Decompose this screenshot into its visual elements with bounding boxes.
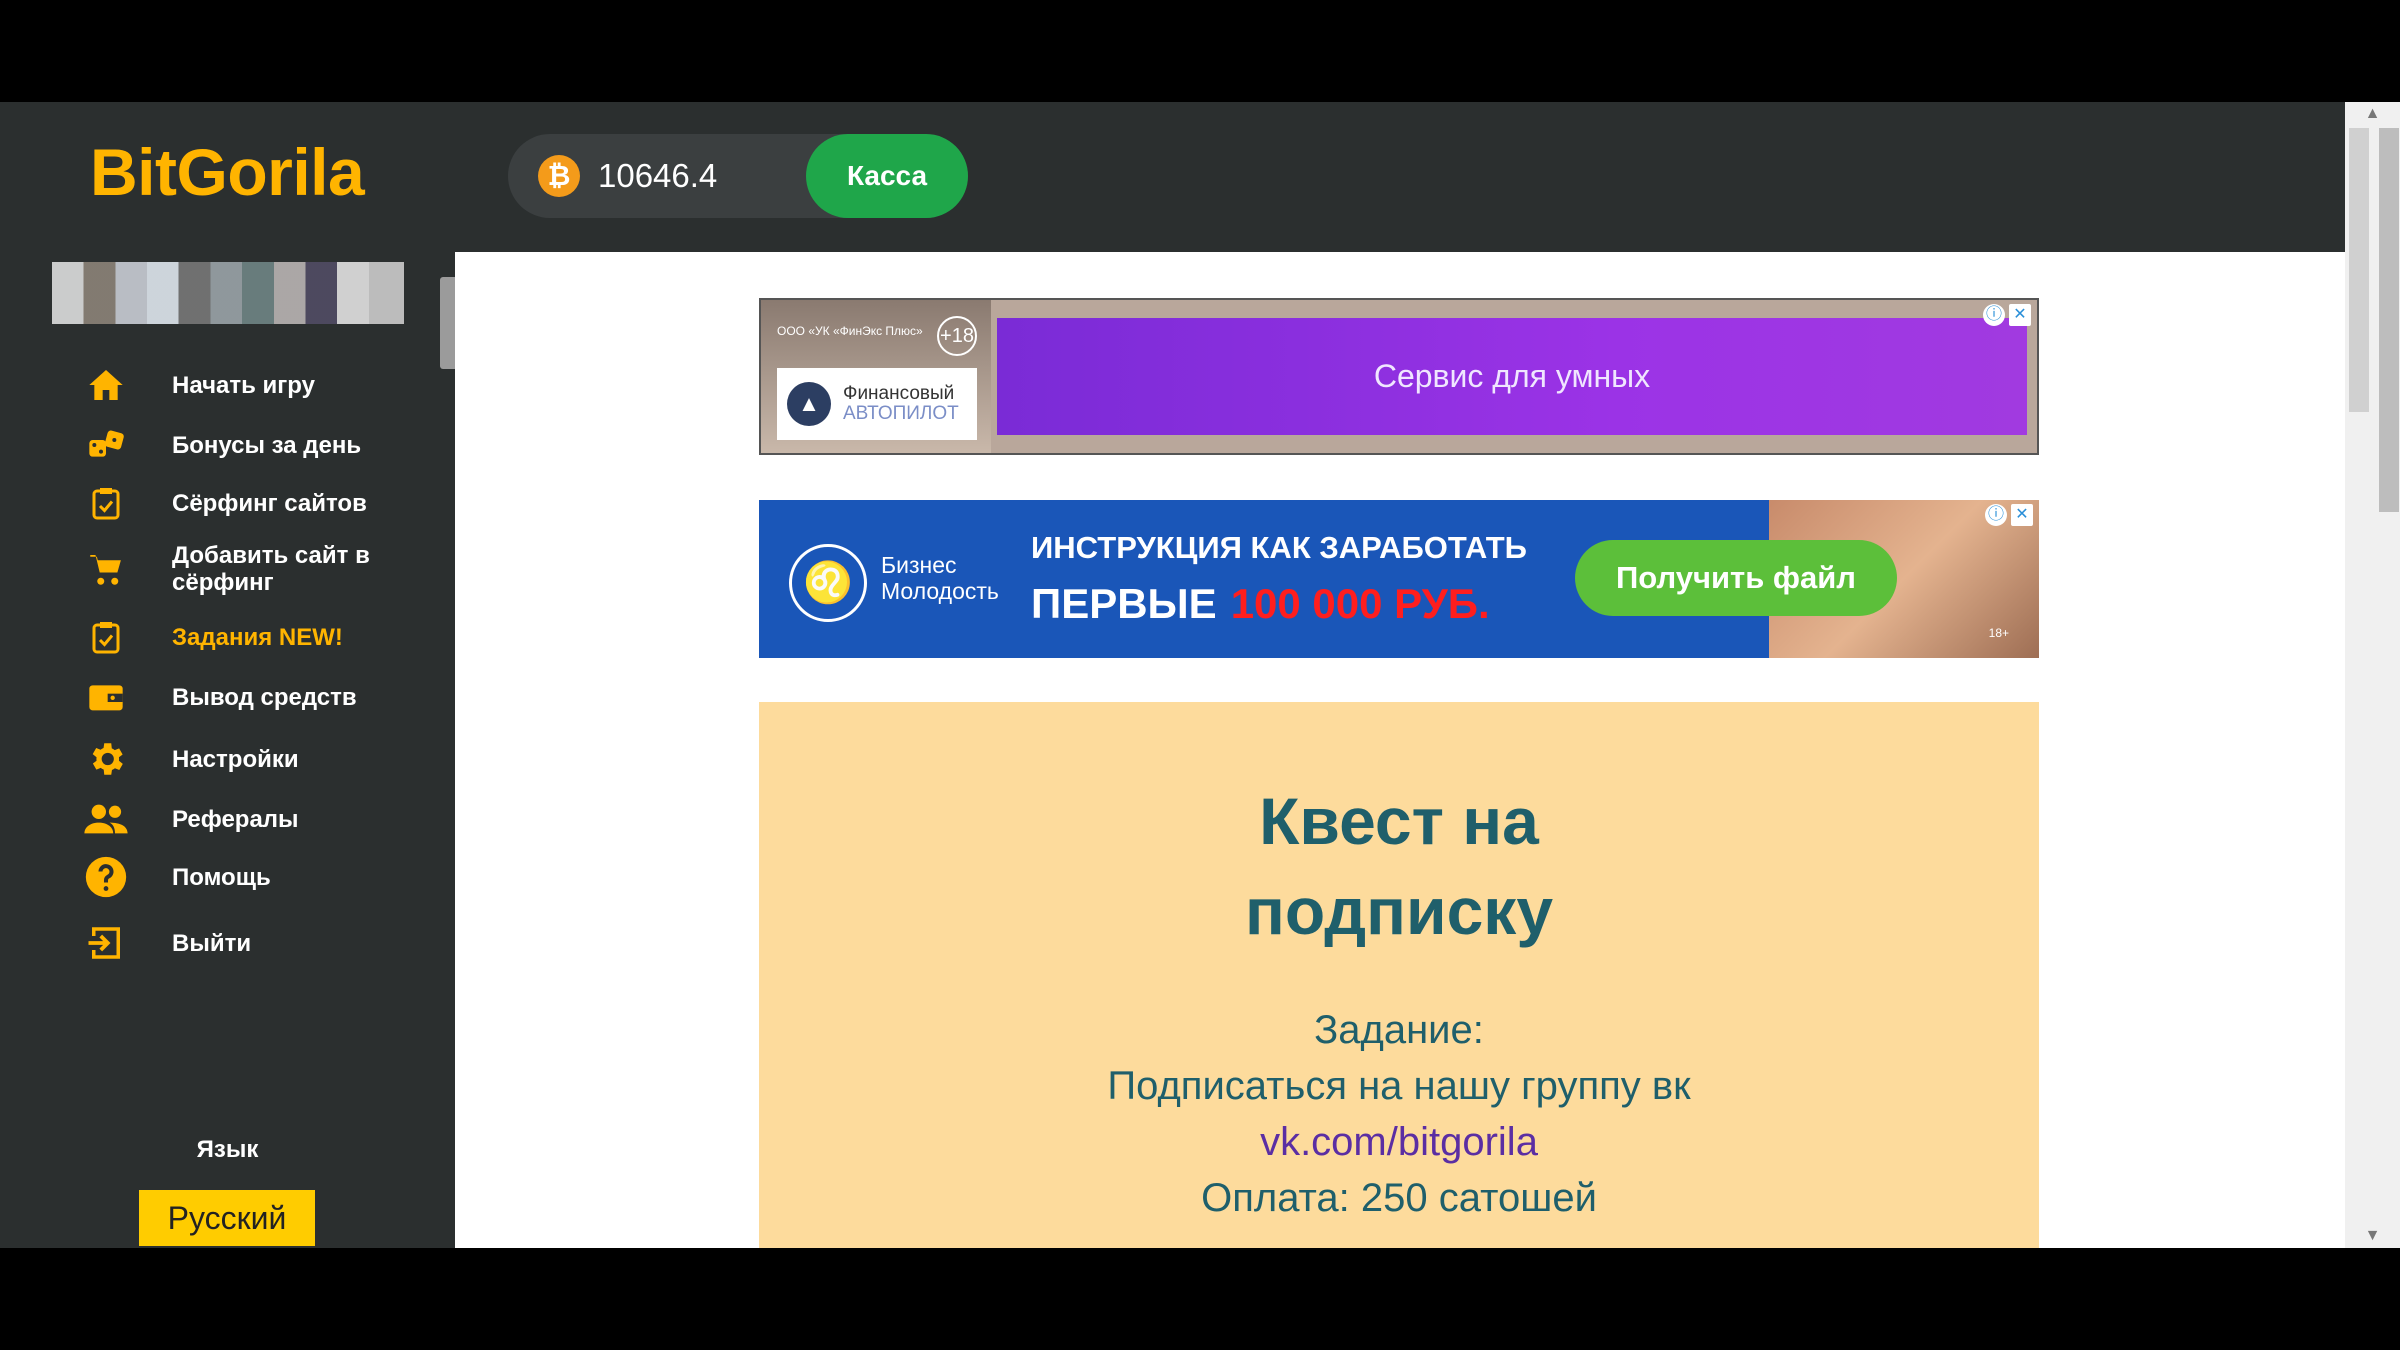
quest-title: Квест на подписку [759,776,2039,956]
quest-task: Задание: Подписаться на нашу группу вк v… [759,1002,2039,1226]
quest-card: Квест на подписку Задание: Подписаться н… [759,702,2039,1248]
scrollbar-thumb[interactable] [2379,128,2399,512]
cart-icon [80,546,132,592]
language-select[interactable]: Русский [139,1190,315,1246]
info-icon[interactable]: ⓘ [1983,304,2005,326]
sidebar-item-withdraw[interactable]: Вывод средств [80,674,450,720]
ad-banner-business[interactable]: ♌ Бизнес Молодость ИНСТРУКЦИЯ КАК ЗАРАБО… [759,500,2039,658]
sidebar: Начать игру Бонусы за день Сёрфинг сайто… [0,252,468,1248]
close-icon[interactable]: ✕ [2011,504,2033,526]
sidebar-item-add-site[interactable]: Добавить сайт в сёрфинг [80,542,450,596]
ad-subheadline: ПЕРВЫЕ 100 000 РУБ. [1031,580,1490,628]
quest-title-line2: подписку [1244,874,1554,948]
ad-logo-line1: Финансовый [843,383,955,404]
sidebar-item-label: Рефералы [172,805,299,833]
bitcoin-icon: ₿ [538,155,580,197]
sidebar-item-settings[interactable]: Настройки [80,736,450,782]
main-content: ООО «УК «ФинЭкс Плюс» +18 ▲ Финансовый А… [455,252,2345,1248]
page-scrollbar[interactable]: ▲ ▼ [2345,102,2400,1248]
lion-logo-icon: ♌ [789,544,867,622]
close-icon[interactable]: ✕ [2009,304,2031,326]
sidebar-item-label: Задания NEW! [172,623,343,651]
scroll-down-icon[interactable]: ▼ [2345,1224,2400,1248]
logout-icon [80,920,132,966]
browser-viewport: BitGorila ₿ 10646.4 Касса Начать игру Бо… [0,102,2400,1248]
scrollbar-thumb-secondary[interactable] [2349,128,2369,412]
ad-logo-line2: АВТОПИЛОТ [843,403,959,424]
sidebar-item-label: Бонусы за день [172,431,362,459]
scroll-up-icon[interactable]: ▲ [2345,102,2400,126]
sidebar-item-daily-bonus[interactable]: Бонусы за день [80,422,450,468]
sidebar-item-help[interactable]: Помощь [80,854,450,900]
ad-headline: ИНСТРУКЦИЯ КАК ЗАРАБОТАТЬ [1031,530,1527,565]
ad-age-badge: 18+ [1988,626,2009,640]
wallet-icon [80,674,132,720]
quest-title-line1: Квест на [1259,784,1539,858]
balance-widget: ₿ 10646.4 Касса [508,134,968,218]
quest-vk-link[interactable]: vk.com/bitgorila [759,1114,2039,1170]
sidebar-item-site-surfing[interactable]: Сёрфинг сайтов [80,480,450,526]
balance-value: 10646.4 [598,157,718,194]
sidebar-item-label: Сёрфинг сайтов [172,489,367,517]
ad-brand: Бизнес Молодость [881,552,999,604]
ad-age-badge: +18 [937,316,977,356]
quest-task-label: Задание: [1314,1008,1484,1052]
triangle-logo-icon: ▲ [787,382,831,426]
kassa-button[interactable]: Касса [806,134,968,218]
ad-subheadline-red: 100 000 РУБ. [1230,580,1490,627]
user-avatar-blurred [52,262,404,324]
gear-icon [80,736,132,782]
ad-company: ООО «УК «ФинЭкс Плюс» [777,324,923,338]
sidebar-item-start-game[interactable]: Начать игру [80,362,450,408]
sidebar-item-referrals[interactable]: Рефералы [80,796,450,842]
home-icon [80,362,132,408]
sidebar-item-tasks[interactable]: Задания NEW! [80,614,450,660]
quest-payment: Оплата: 250 сатошей [1201,1176,1597,1220]
clipboard-icon [80,480,132,526]
ad-logo: ▲ Финансовый АВТОПИЛОТ [777,368,977,440]
get-file-button[interactable]: Получить файл [1575,540,1897,616]
help-icon [80,854,132,900]
sidebar-item-label: Вывод средств [172,683,357,711]
sidebar-item-label: Помощь [172,863,271,891]
clipboard-check-icon [80,614,132,660]
ad-text: Сервис для умных [1373,358,1651,394]
sidebar-item-label: Настройки [172,745,299,773]
users-icon [80,796,132,842]
sidebar-item-label: Добавить сайт в сёрфинг [172,542,370,596]
ad-brand-line2: Молодость [881,578,999,604]
ad-controls: ⓘ ✕ [1983,304,2031,326]
sidebar-item-label: Начать игру [172,371,315,399]
site-logo[interactable]: BitGorila [90,134,365,210]
info-icon[interactable]: ⓘ [1985,504,2007,526]
sidebar-item-logout[interactable]: Выйти [80,920,450,966]
ad-controls: ⓘ ✕ [1985,504,2033,526]
language-title: Язык [196,1136,259,1163]
ad-banner-autopilot[interactable]: ООО «УК «ФинЭкс Плюс» +18 ▲ Финансовый А… [759,298,2039,455]
ad-brand-line1: Бизнес [881,552,957,578]
sidebar-item-label: Выйти [172,929,252,957]
ad-subheadline-white: ПЕРВЫЕ [1031,580,1217,627]
quest-task-text: Подписаться на нашу группу вк [1107,1064,1691,1108]
dice-icon [80,422,132,468]
